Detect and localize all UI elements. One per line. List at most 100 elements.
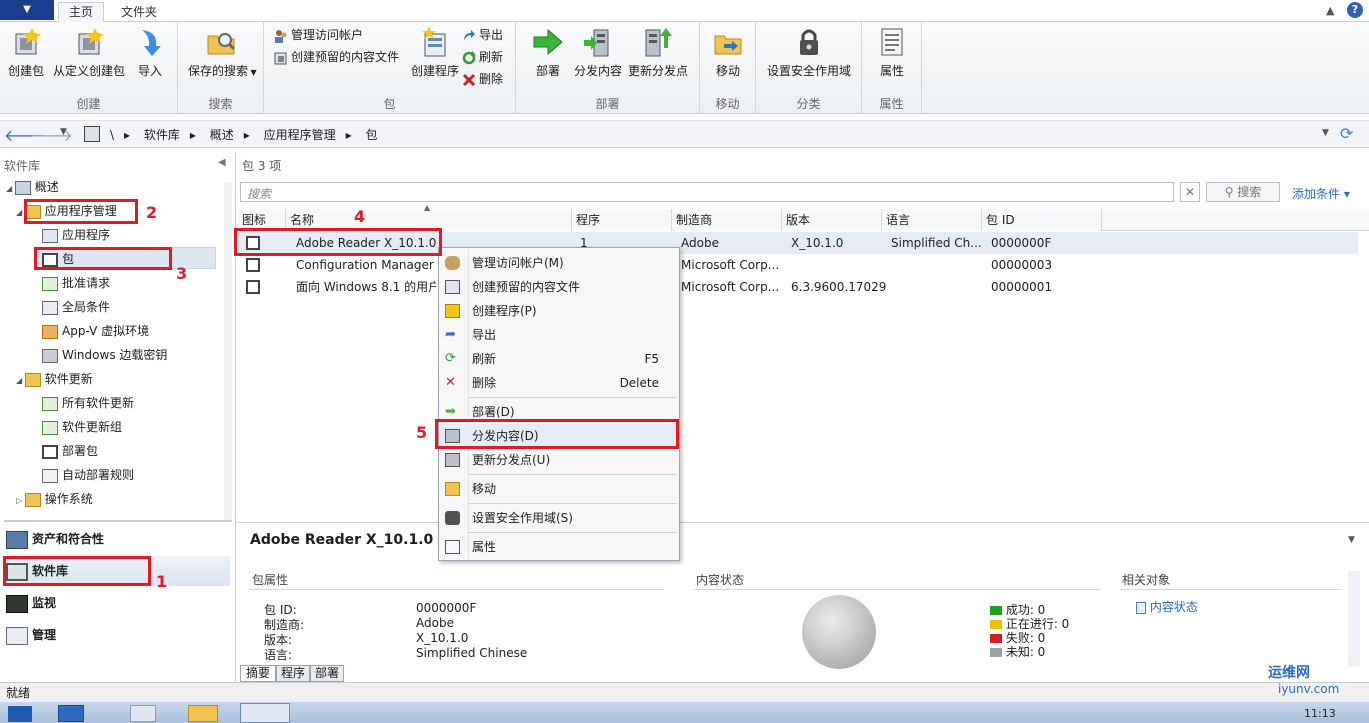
back-arrow-icon[interactable]: 🡐: [4, 125, 47, 145]
add-criteria-link[interactable]: 添加条件 ▾: [1292, 185, 1350, 202]
menu-separator: [469, 532, 677, 533]
users-icon: [274, 29, 288, 43]
breadcrumb-root[interactable]: \: [110, 128, 114, 142]
refresh-icon: [462, 50, 476, 65]
forward-arrow-icon[interactable]: 🡒: [30, 125, 73, 145]
tree-scrollbar[interactable]: [224, 182, 232, 522]
manage-access-accounts-label: 管理访问帐户: [291, 28, 364, 42]
status-bar: 就绪: [0, 682, 1369, 702]
set-security-scopes-button[interactable]: 设置安全作用域: [766, 26, 852, 79]
annotation-number-4: 4: [354, 207, 366, 226]
menu-item-refresh[interactable]: ⟳ 刷新 F5: [439, 347, 679, 371]
breadcrumb-overview[interactable]: 概述: [210, 128, 234, 142]
workspace-assets-compliance[interactable]: 资产和符合性: [6, 524, 230, 554]
delete-button[interactable]: 删除: [462, 69, 503, 89]
tab-programs[interactable]: 程序: [276, 665, 310, 682]
col-language[interactable]: 语言: [882, 209, 982, 231]
properties-button[interactable]: 属性: [876, 26, 908, 79]
export-button[interactable]: 导出: [462, 25, 503, 45]
menu-item-security-scopes[interactable]: 设置安全作用域(S): [439, 506, 679, 530]
tree-item-approval-requests[interactable]: 批准请求: [42, 272, 110, 294]
tree-item-auto-deploy-rules[interactable]: 自动部署规则: [42, 464, 134, 486]
help-icon[interactable]: ?: [1347, 2, 1363, 18]
menu-item-manage-access[interactable]: 管理访问帐户(M): [439, 251, 679, 275]
related-content-status-link[interactable]: 内容状态: [1136, 598, 1198, 615]
menu-item-create-program[interactable]: 创建程序(P): [439, 299, 679, 323]
tree-item-software-updates[interactable]: ◢ 软件更新: [16, 368, 93, 390]
collapse-ribbon-icon[interactable]: ▲: [1326, 4, 1334, 17]
col-programs[interactable]: 程序: [572, 209, 672, 231]
tab-deployments[interactable]: 部署: [310, 665, 344, 682]
start-button-icon[interactable]: [8, 706, 32, 722]
menu-item-export[interactable]: ➦ 导出: [439, 323, 679, 347]
annotation-box-1: [3, 556, 151, 586]
refresh-address-icon[interactable]: ⟳: [1340, 124, 1353, 143]
create-prestaged-content-button[interactable]: 创建预留的内容文件: [274, 47, 399, 67]
refresh-button[interactable]: 刷新: [462, 47, 503, 67]
menu-item-delete[interactable]: ✕ 删除 Delete: [439, 371, 679, 395]
content-status-pie: [802, 595, 876, 669]
taskbar-configmgr-icon[interactable]: [240, 703, 290, 723]
deploy-button[interactable]: 部署: [530, 26, 566, 79]
workspace-administration[interactable]: 管理: [6, 620, 230, 650]
tree-item-update-groups[interactable]: 软件更新组: [42, 416, 122, 438]
breadcrumb-app-management[interactable]: 应用程序管理: [264, 128, 336, 142]
move-button[interactable]: 移动: [710, 26, 746, 79]
approval-icon: [42, 276, 58, 291]
taskbar-server-manager-icon[interactable]: [58, 705, 84, 722]
create-package-button[interactable]: 创建包: [6, 26, 46, 79]
taskbar-powershell-icon[interactable]: [130, 705, 156, 722]
deployment-package-icon: [42, 444, 58, 459]
update-distribution-points-button[interactable]: 更新分发点: [626, 26, 690, 79]
menu-item-properties[interactable]: 属性: [439, 535, 679, 559]
menu-item-move[interactable]: 移动: [439, 477, 679, 501]
col-manufacturer[interactable]: 制造商: [672, 209, 782, 231]
tree-item-appv[interactable]: App-V 虚拟环境: [42, 320, 149, 342]
tree-item-operating-systems[interactable]: ▷ 操作系统: [16, 488, 93, 510]
breadcrumb-software-library[interactable]: 软件库: [144, 128, 180, 142]
manage-access-accounts-button[interactable]: 管理访问帐户: [274, 25, 363, 45]
menu-shortcut: Delete: [619, 376, 659, 390]
import-button[interactable]: 导入: [132, 26, 168, 79]
annotation-box-3: [34, 247, 172, 270]
tab-folder[interactable]: 文件夹: [110, 2, 168, 22]
menu-separator: [469, 474, 677, 475]
col-package-id[interactable]: 包 ID: [982, 209, 1102, 231]
tree-item-deployment-packages[interactable]: 部署包: [42, 440, 98, 462]
tree-item-sideloading-keys[interactable]: Windows 边载密钥: [42, 344, 167, 366]
menu-item-prestaged[interactable]: 创建预留的内容文件: [439, 275, 679, 299]
refresh-icon: ⟳: [445, 351, 456, 366]
saved-searches-icon: [205, 26, 237, 58]
tab-summary[interactable]: 摘要: [240, 665, 276, 682]
breadcrumb-packages[interactable]: 包: [366, 128, 378, 142]
collapse-pane-icon[interactable]: ◀: [218, 157, 226, 168]
details-scrollbar[interactable]: [1348, 571, 1360, 667]
workspace-monitoring[interactable]: 监视: [6, 588, 230, 618]
row-version: X_10.1.0: [791, 236, 844, 250]
history-dropdown-icon[interactable]: ▼: [60, 127, 67, 137]
search-input[interactable]: 搜索: [240, 182, 1174, 202]
saved-searches-button[interactable]: 保存的搜索 ▼: [188, 26, 257, 79]
legend-swatch-in-progress: [990, 620, 1002, 629]
tab-home[interactable]: 主页: [58, 2, 105, 22]
table-row[interactable]: Configuration Manager 客 Microsoft Corp..…: [238, 254, 1358, 276]
tree-item-overview[interactable]: ◢ 概述: [6, 176, 59, 198]
tree-item-applications[interactable]: 应用程序: [42, 224, 110, 246]
create-program-icon: [419, 26, 451, 58]
table-row[interactable]: 面向 Windows 8.1 的用户 Microsoft Corp... 6.3…: [238, 276, 1358, 298]
address-dropdown-icon[interactable]: ▼: [1322, 128, 1329, 138]
menu-item-update-dp[interactable]: 更新分发点(U): [439, 448, 679, 472]
tree-item-all-updates[interactable]: 所有软件更新: [42, 392, 134, 414]
tree-item-global-conditions[interactable]: 全局条件: [42, 296, 110, 318]
row-manufacturer: Microsoft Corp...: [681, 258, 780, 272]
search-button[interactable]: ⚲ 搜索: [1206, 182, 1280, 202]
collapse-details-icon[interactable]: ▼: [1348, 535, 1355, 545]
create-program-button[interactable]: 创建程序: [408, 26, 462, 79]
col-version[interactable]: 版本: [782, 209, 882, 231]
tree-label-auto-deploy-rules: 自动部署规则: [62, 468, 135, 482]
taskbar-explorer-icon[interactable]: [188, 705, 218, 722]
app-menu-button[interactable]: ▼: [0, 0, 54, 20]
create-from-definition-button[interactable]: 从定义创建包: [52, 26, 126, 79]
distribute-content-button[interactable]: 分发内容: [572, 26, 624, 79]
clear-search-button[interactable]: ✕: [1180, 182, 1200, 202]
